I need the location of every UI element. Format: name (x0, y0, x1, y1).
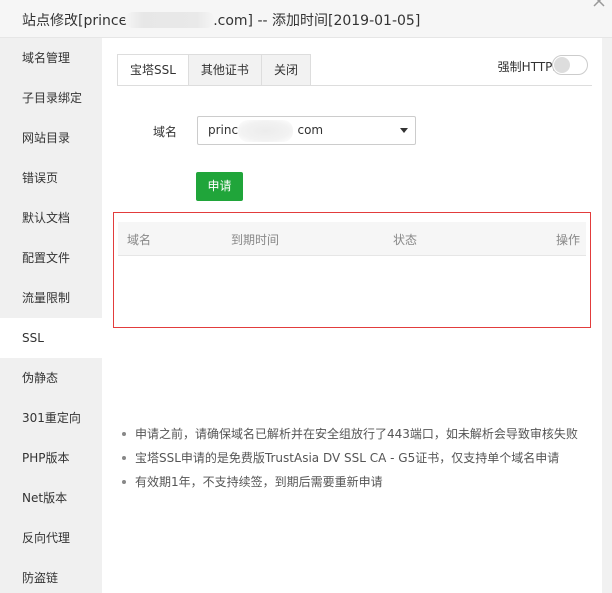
sidebar-item-config-file[interactable]: 配置文件 (0, 238, 102, 278)
redacted-blur (238, 120, 293, 142)
title-suffix: .com] -- 添加时间[2019-01-05] (213, 13, 421, 29)
ssl-notes: 申请之前，请确保域名已解析并在安全组放行了443端口，如未解析会导致审核失败 宝… (119, 422, 599, 494)
sidebar-item-traffic-limit[interactable]: 流量限制 (0, 278, 102, 318)
note-item: 宝塔SSL申请的是免费版TrustAsia DV SSL CA - G5证书，仅… (119, 446, 599, 470)
sidebar-item-ssl[interactable]: SSL (0, 318, 102, 358)
toggle-knob (554, 57, 570, 73)
tab-close-ssl[interactable]: 关闭 (261, 54, 311, 86)
sidebar-item-hotlink-protection[interactable]: 防盗链 (0, 558, 102, 593)
certificate-table-header: 域名 到期时间 状态 操作 (118, 222, 586, 256)
sidebar-item-reverse-proxy[interactable]: 反向代理 (0, 518, 102, 558)
column-status: 状态 (393, 233, 418, 247)
column-domain: 域名 (127, 233, 152, 247)
apply-button[interactable]: 申请 (196, 172, 243, 201)
dialog-titlebar: 站点修改[prince .com] -- 添加时间[2019-01-05] (0, 0, 612, 38)
sidebar-item-php-version[interactable]: PHP版本 (0, 438, 102, 478)
domain-value-suffix: com (297, 123, 324, 137)
ssl-tabs: 宝塔SSL 其他证书 关闭 (117, 54, 311, 86)
scrollbar[interactable] (602, 38, 612, 593)
redacted-blur (125, 12, 216, 28)
ssl-panel: 宝塔SSL 其他证书 关闭 强制HTTPS 域名 prince com 申请 域名… (102, 38, 602, 593)
tab-baota-ssl[interactable]: 宝塔SSL (117, 54, 189, 86)
sidebar-item-subdirectory-binding[interactable]: 子目录绑定 (0, 78, 102, 118)
sidebar-item-301-redirect[interactable]: 301重定向 (0, 398, 102, 438)
domain-select[interactable]: prince com (197, 116, 416, 145)
certificate-list-box: 域名 到期时间 状态 操作 (113, 212, 591, 328)
settings-sidebar: 域名管理 子目录绑定 网站目录 错误页 默认文档 配置文件 流量限制 SSL 伪… (0, 38, 102, 593)
tab-other-certificate[interactable]: 其他证书 (188, 54, 262, 86)
caret-down-icon (400, 128, 408, 133)
sidebar-item-default-document[interactable]: 默认文档 (0, 198, 102, 238)
sidebar-item-domain-management[interactable]: 域名管理 (0, 38, 102, 78)
sidebar-item-pseudo-static[interactable]: 伪静态 (0, 358, 102, 398)
force-https-label: 强制HTTPS (497, 60, 560, 74)
column-expiry: 到期时间 (231, 233, 280, 247)
sidebar-item-error-page[interactable]: 错误页 (0, 158, 102, 198)
sidebar-item-net-version[interactable]: Net版本 (0, 478, 102, 518)
note-item: 有效期1年，不支持续签，到期后需要重新申请 (119, 470, 599, 494)
sidebar-item-site-directory[interactable]: 网站目录 (0, 118, 102, 158)
force-https-toggle[interactable] (552, 55, 588, 75)
close-icon[interactable] (592, 0, 606, 8)
title-prefix: 站点修改[prince (22, 13, 128, 29)
column-actions: 操作 (556, 233, 581, 247)
domain-label: 域名 (153, 125, 178, 139)
tabs-divider (117, 85, 592, 86)
note-item: 申请之前，请确保域名已解析并在安全组放行了443端口，如未解析会导致审核失败 (119, 422, 599, 446)
dialog-title: 站点修改[prince .com] -- 添加时间[2019-01-05] (22, 10, 420, 30)
